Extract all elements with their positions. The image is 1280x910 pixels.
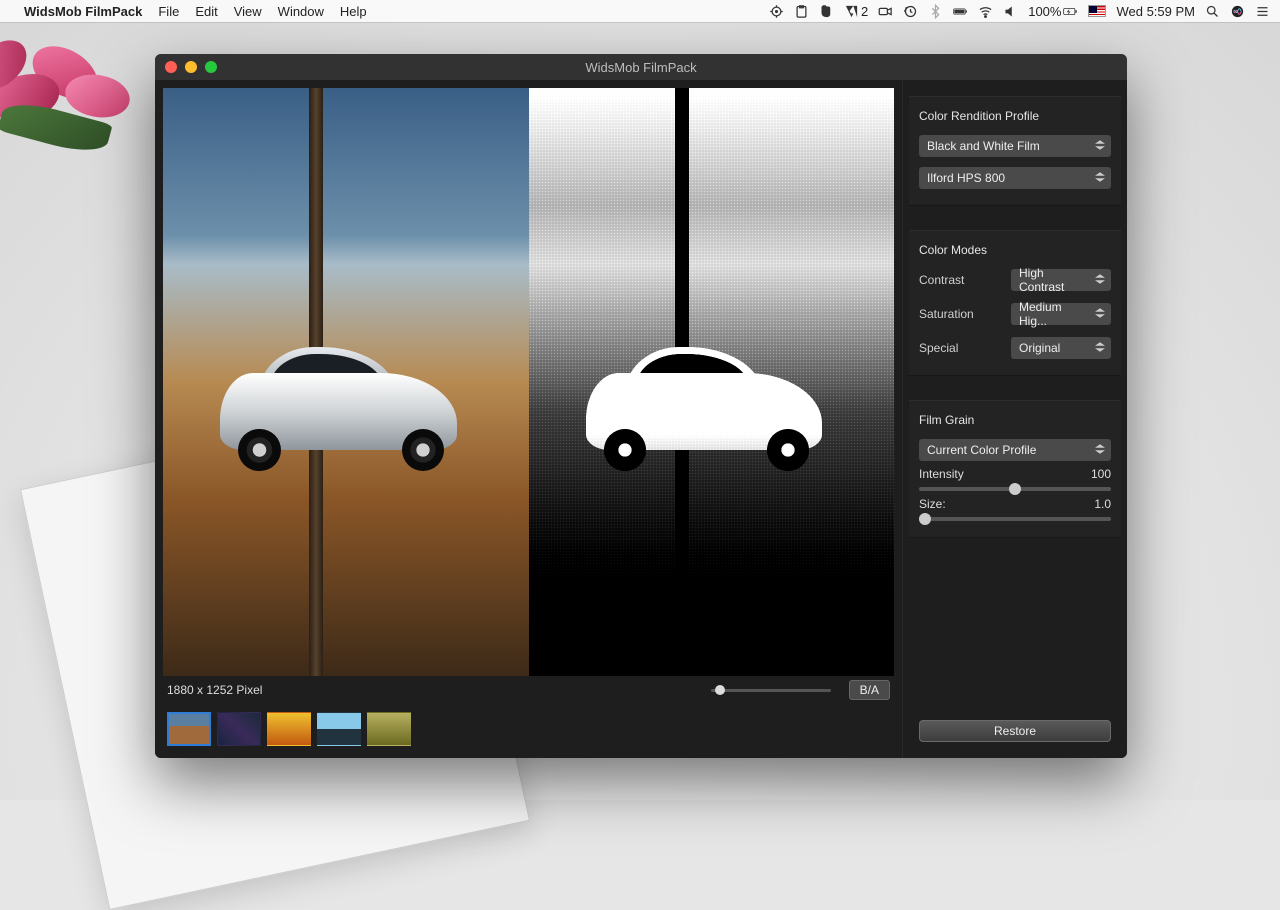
volume-icon[interactable] bbox=[1003, 4, 1018, 19]
clipboard-icon[interactable] bbox=[794, 4, 809, 19]
macos-menubar: WidsMob FilmPack File Edit View Window H… bbox=[0, 0, 1280, 22]
spotlight-icon[interactable] bbox=[1205, 4, 1220, 19]
before-after-toggle[interactable]: B/A bbox=[849, 680, 890, 700]
zoom-slider[interactable] bbox=[711, 689, 831, 692]
preview-after bbox=[529, 88, 895, 676]
menubar-clock[interactable]: Wed 5:59 PM bbox=[1116, 4, 1195, 19]
battery-icon[interactable] bbox=[953, 4, 968, 19]
titlebar[interactable]: WidsMob FilmPack bbox=[155, 54, 1127, 80]
desktop-prop-flowers bbox=[0, 20, 180, 140]
intensity-slider[interactable] bbox=[919, 487, 1111, 491]
contrast-select[interactable]: High Contrast bbox=[1011, 269, 1111, 291]
evernote-icon[interactable] bbox=[819, 4, 834, 19]
notification-center-icon[interactable] bbox=[1255, 4, 1270, 19]
preview-canvas[interactable] bbox=[163, 88, 894, 676]
thumbnail-5[interactable] bbox=[367, 712, 411, 746]
panel-film-grain: Film Grain Current Color Profile Intensi… bbox=[909, 400, 1121, 538]
thumbnail-strip bbox=[155, 704, 902, 758]
siri-icon[interactable] bbox=[1230, 4, 1245, 19]
size-label: Size: bbox=[919, 497, 946, 511]
app-window: WidsMob FilmPack 1880 x 1252 Pixel B/A bbox=[155, 54, 1127, 758]
restore-button[interactable]: Restore bbox=[919, 720, 1111, 742]
intensity-label: Intensity bbox=[919, 467, 964, 481]
contrast-label: Contrast bbox=[919, 273, 964, 287]
grain-profile-select[interactable]: Current Color Profile bbox=[919, 439, 1111, 461]
wifi-icon[interactable] bbox=[978, 4, 993, 19]
battery-percent: 100% bbox=[1028, 4, 1078, 19]
menu-help[interactable]: Help bbox=[340, 4, 367, 19]
thumbnail-2[interactable] bbox=[217, 712, 261, 746]
film-stock-select[interactable]: Ilford HPS 800 bbox=[919, 167, 1111, 189]
input-source-flag[interactable] bbox=[1088, 5, 1106, 17]
window-minimize-button[interactable] bbox=[185, 61, 197, 73]
intensity-value: 100 bbox=[1091, 467, 1111, 481]
window-zoom-button[interactable] bbox=[205, 61, 217, 73]
app-name[interactable]: WidsMob FilmPack bbox=[24, 4, 142, 19]
bluetooth-icon[interactable] bbox=[928, 4, 943, 19]
special-select[interactable]: Original bbox=[1011, 337, 1111, 359]
timemachine-icon[interactable] bbox=[903, 4, 918, 19]
thumbnail-3[interactable] bbox=[267, 712, 311, 746]
panel-title: Color Rendition Profile bbox=[919, 109, 1111, 123]
window-title: WidsMob FilmPack bbox=[585, 60, 696, 75]
menu-file[interactable]: File bbox=[158, 4, 179, 19]
facetime-icon[interactable] bbox=[878, 4, 893, 19]
adobe-icon[interactable]: 2 bbox=[844, 4, 868, 19]
location-icon[interactable] bbox=[769, 4, 784, 19]
special-label: Special bbox=[919, 341, 958, 355]
saturation-label: Saturation bbox=[919, 307, 974, 321]
film-type-select[interactable]: Black and White Film bbox=[919, 135, 1111, 157]
controls-sidebar: Color Rendition Profile Black and White … bbox=[902, 80, 1127, 758]
panel-color-modes: Color Modes Contrast High Contrast Satur… bbox=[909, 230, 1121, 376]
panel-title: Color Modes bbox=[919, 243, 1111, 257]
size-value: 1.0 bbox=[1094, 497, 1111, 511]
saturation-select[interactable]: Medium Hig... bbox=[1011, 303, 1111, 325]
image-dimensions: 1880 x 1252 Pixel bbox=[167, 683, 262, 697]
thumbnail-4[interactable] bbox=[317, 712, 361, 746]
menu-view[interactable]: View bbox=[234, 4, 262, 19]
menu-edit[interactable]: Edit bbox=[195, 4, 217, 19]
window-close-button[interactable] bbox=[165, 61, 177, 73]
thumbnail-1[interactable] bbox=[167, 712, 211, 746]
preview-before bbox=[163, 88, 529, 676]
menu-window[interactable]: Window bbox=[278, 4, 324, 19]
panel-color-rendition: Color Rendition Profile Black and White … bbox=[909, 96, 1121, 206]
size-slider[interactable] bbox=[919, 517, 1111, 521]
panel-title: Film Grain bbox=[919, 413, 1111, 427]
